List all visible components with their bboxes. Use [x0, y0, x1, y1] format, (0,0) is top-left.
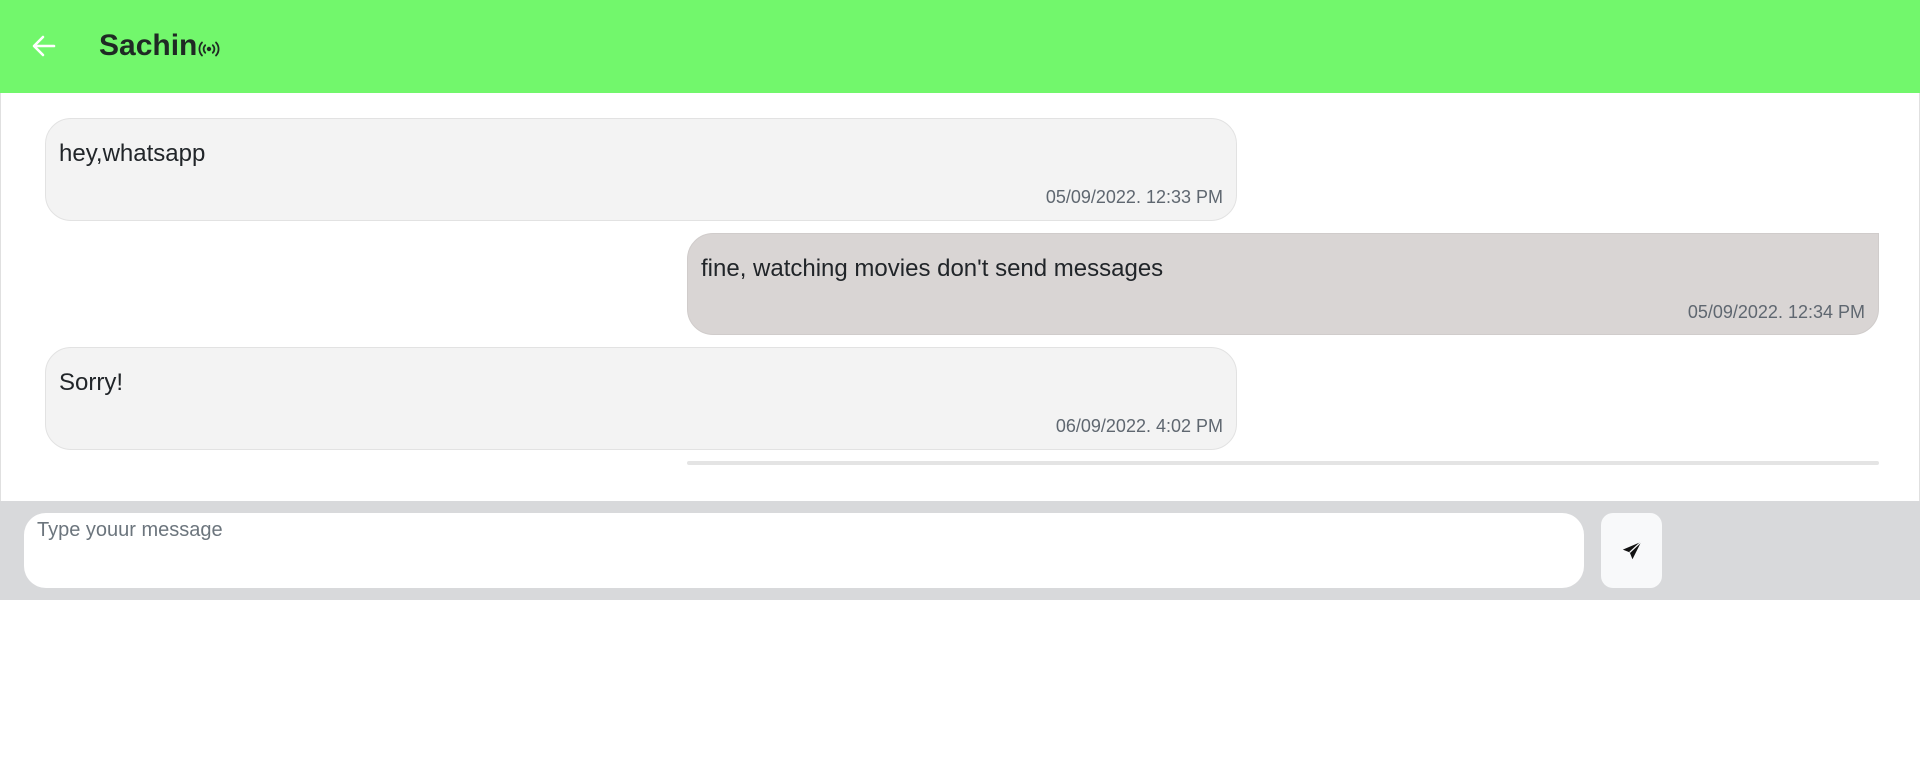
message-timestamp: 06/09/2022. 4:02 PM — [1055, 416, 1223, 436]
contact-info: Sachin — [99, 28, 220, 64]
send-button[interactable] — [1601, 513, 1662, 588]
send-icon — [1621, 540, 1643, 562]
message-composer — [0, 501, 1920, 600]
message-text: hey,whatsapp — [59, 140, 206, 167]
chat-app: Sachin hey,whatsapp 05/09/2022. 12:33 PM… — [0, 0, 1920, 767]
back-button[interactable] — [28, 30, 60, 62]
message-text: fine, watching movies don't send message… — [701, 255, 1164, 282]
message-timestamp: 05/09/2022. 12:33 PM — [1045, 187, 1223, 207]
message-list[interactable]: hey,whatsapp 05/09/2022. 12:33 PM fine, … — [0, 93, 1920, 501]
message-input[interactable] — [24, 513, 1584, 588]
message-timestamp: 05/09/2022. 12:34 PM — [1687, 302, 1865, 322]
message-bubble-received: Sorry! 06/09/2022. 4:02 PM — [45, 347, 1237, 450]
message-bubble-received: hey,whatsapp 05/09/2022. 12:33 PM — [45, 118, 1237, 221]
message-bubble-sent: fine, watching movies don't send message… — [687, 233, 1879, 335]
chat-header: Sachin — [0, 0, 1920, 93]
broadcast-icon — [198, 40, 220, 58]
message-divider — [687, 461, 1879, 465]
contact-name: Sachin — [99, 29, 198, 62]
arrow-left-icon — [28, 30, 60, 62]
message-text: Sorry! — [59, 369, 124, 396]
